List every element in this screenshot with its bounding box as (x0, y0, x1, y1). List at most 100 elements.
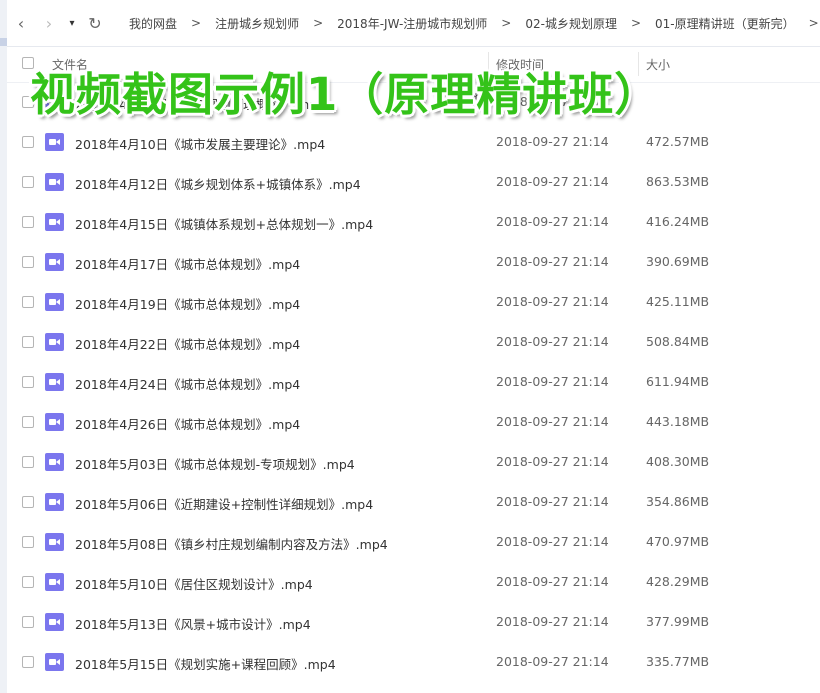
breadcrumb-separator: > (808, 16, 819, 30)
row-checkbox[interactable] (22, 416, 34, 428)
file-modified-time: 2018-09-27 21:14 (496, 254, 609, 269)
video-file-icon (45, 133, 64, 151)
file-size: 335.77MB (646, 654, 710, 669)
file-name[interactable]: 2018年4月22日《城市总体规划》.mp4 (75, 334, 300, 353)
video-file-icon (45, 173, 64, 191)
row-checkbox[interactable] (22, 536, 34, 548)
video-file-icon (45, 493, 64, 511)
table-row[interactable]: 2018年4月15日《城镇体系规划+总体规划一》.mp4 2018-09-27 … (7, 202, 820, 242)
breadcrumb-item[interactable]: 02-城乡规划原理 (521, 15, 621, 32)
file-modified-time: 2018-09-27 21:14 (496, 374, 609, 389)
file-name[interactable]: 2018年5月08日《镇乡村庄规划编制内容及方法》.mp4 (75, 534, 388, 553)
row-checkbox[interactable] (22, 136, 34, 148)
video-file-icon (45, 373, 64, 391)
table-row[interactable]: 2018年4月24日《城市总体规划》.mp4 2018-09-27 21:14 … (7, 362, 820, 402)
file-size: 354.86MB (646, 494, 710, 509)
row-checkbox[interactable] (22, 256, 34, 268)
row-checkbox[interactable] (22, 176, 34, 188)
row-checkbox[interactable] (22, 456, 34, 468)
file-modified-time: 2018-09-27 21:14 (496, 654, 609, 669)
breadcrumb: 我的网盘 > 注册城乡规划师 > 2018年-JW-注册城市规划师 > 02-城… (125, 15, 820, 32)
video-file-icon (45, 413, 64, 431)
video-file-icon (45, 253, 64, 271)
row-checkbox[interactable] (22, 296, 34, 308)
table-row[interactable]: 2018年5月13日《风景+城市设计》.mp4 2018-09-27 21:14… (7, 602, 820, 642)
breadcrumb-item-root[interactable]: 我的网盘 (125, 15, 181, 32)
video-file-icon (45, 293, 64, 311)
breadcrumb-item[interactable]: 注册城乡规划师 (211, 15, 303, 32)
file-size: 470.97MB (646, 534, 710, 549)
row-checkbox[interactable] (22, 376, 34, 388)
video-file-icon (45, 653, 64, 671)
row-checkbox[interactable] (22, 216, 34, 228)
breadcrumb-item[interactable]: 2018年-JW-注册城市规划师 (333, 15, 491, 32)
file-name[interactable]: 2018年4月15日《城镇体系规划+总体规划一》.mp4 (75, 214, 373, 233)
file-size: 390.69MB (646, 254, 710, 269)
table-row[interactable]: 2018年4月19日《城市总体规划》.mp4 2018-09-27 21:14 … (7, 282, 820, 322)
video-file-icon (45, 533, 64, 551)
file-name[interactable]: 2018年5月10日《居住区规划设计》.mp4 (75, 574, 313, 593)
left-panel-edge (0, 0, 7, 693)
table-row[interactable]: 2018年4月17日《城市总体规划》.mp4 2018-09-27 21:14 … (7, 242, 820, 282)
breadcrumb-separator: > (313, 16, 324, 30)
row-checkbox[interactable] (22, 656, 34, 668)
video-file-icon (45, 613, 64, 631)
nav-buttons: ‹ › ▾ ↻ (7, 0, 109, 46)
file-modified-time: 2018-09-27 21:14 (496, 494, 609, 509)
file-name[interactable]: 2018年4月10日《城市发展主要理论》.mp4 (75, 134, 325, 153)
refresh-icon[interactable]: ↻ (81, 9, 109, 37)
file-modified-time: 2018-09-27 21:14 (496, 214, 609, 229)
file-size: 443.18MB (646, 414, 710, 429)
table-row[interactable]: 2018年4月12日《城乡规划体系+城镇体系》.mp4 2018-09-27 2… (7, 162, 820, 202)
table-row[interactable]: 2018年5月06日《近期建设+控制性详细规划》.mp4 2018-09-27 … (7, 482, 820, 522)
file-modified-time: 2018-09-27 21:14 (496, 334, 609, 349)
file-modified-time: 2018-09-27 21:14 (496, 534, 609, 549)
table-row[interactable]: 2018年5月03日《城市总体规划-专项规划》.mp4 2018-09-27 2… (7, 442, 820, 482)
row-checkbox[interactable] (22, 336, 34, 348)
file-name[interactable]: 2018年4月17日《城市总体规划》.mp4 (75, 254, 300, 273)
file-name[interactable]: 2018年5月06日《近期建设+控制性详细规划》.mp4 (75, 494, 373, 513)
table-row[interactable]: 2018年5月08日《镇乡村庄规划编制内容及方法》.mp4 2018-09-27… (7, 522, 820, 562)
table-row[interactable]: 2018年5月10日《居住区规划设计》.mp4 2018-09-27 21:14… (7, 562, 820, 602)
file-name[interactable]: 2018年4月19日《城市总体规划》.mp4 (75, 294, 300, 313)
row-checkbox[interactable] (22, 576, 34, 588)
file-name[interactable]: 2018年5月13日《风景+城市设计》.mp4 (75, 614, 311, 633)
file-name[interactable]: 2018年4月24日《城市总体规划》.mp4 (75, 374, 300, 393)
file-modified-time: 2018-09-27 21:14 (496, 294, 609, 309)
table-row[interactable]: 2018年4月10日《城市发展主要理论》.mp4 2018-09-27 21:1… (7, 122, 820, 162)
file-size: 472.57MB (646, 134, 710, 149)
table-row[interactable]: 2018年5月15日《规划实施+课程回顾》.mp4 2018-09-27 21:… (7, 642, 820, 682)
breadcrumb-separator: > (501, 16, 512, 30)
file-size: 508.84MB (646, 334, 710, 349)
video-file-icon (45, 213, 64, 231)
file-size: 611.94MB (646, 374, 710, 389)
chevron-left-icon[interactable]: ‹ (7, 9, 35, 37)
file-modified-time: 2018-09-27 21:14 (496, 134, 609, 149)
row-checkbox[interactable] (22, 616, 34, 628)
file-modified-time: 2018-09-27 21:14 (496, 174, 609, 189)
caret-down-icon[interactable]: ▾ (63, 9, 81, 37)
file-modified-time: 2018-09-27 21:14 (496, 614, 609, 629)
panel-indicator (0, 38, 7, 46)
video-file-icon (45, 573, 64, 591)
file-size: 377.99MB (646, 614, 710, 629)
breadcrumb-separator: > (191, 16, 202, 30)
breadcrumb-separator: > (630, 16, 642, 30)
breadcrumb-item-current[interactable]: 01-原理精讲班（更新完） (651, 15, 799, 32)
file-size: 425.11MB (646, 294, 710, 309)
file-size: 863.53MB (646, 174, 710, 189)
file-name[interactable]: 2018年5月03日《城市总体规划-专项规划》.mp4 (75, 454, 355, 473)
table-row[interactable]: 2018年4月26日《城市总体规划》.mp4 2018-09-27 21:14 … (7, 402, 820, 442)
file-modified-time: 2018-09-27 21:14 (496, 574, 609, 589)
file-size: 416.24MB (646, 214, 710, 229)
file-name[interactable]: 2018年4月12日《城乡规划体系+城镇体系》.mp4 (75, 174, 361, 193)
file-name[interactable]: 2018年4月26日《城市总体规划》.mp4 (75, 414, 300, 433)
row-checkbox[interactable] (22, 496, 34, 508)
table-row[interactable]: 2018年4月22日《城市总体规划》.mp4 2018-09-27 21:14 … (7, 322, 820, 362)
file-size: 408.30MB (646, 454, 710, 469)
video-file-icon (45, 453, 64, 471)
file-name[interactable]: 2018年5月15日《规划实施+课程回顾》.mp4 (75, 654, 336, 673)
file-modified-time: 2018-09-27 21:14 (496, 414, 609, 429)
file-modified-time: 2018-09-27 21:14 (496, 454, 609, 469)
chevron-right-icon[interactable]: › (35, 9, 63, 37)
